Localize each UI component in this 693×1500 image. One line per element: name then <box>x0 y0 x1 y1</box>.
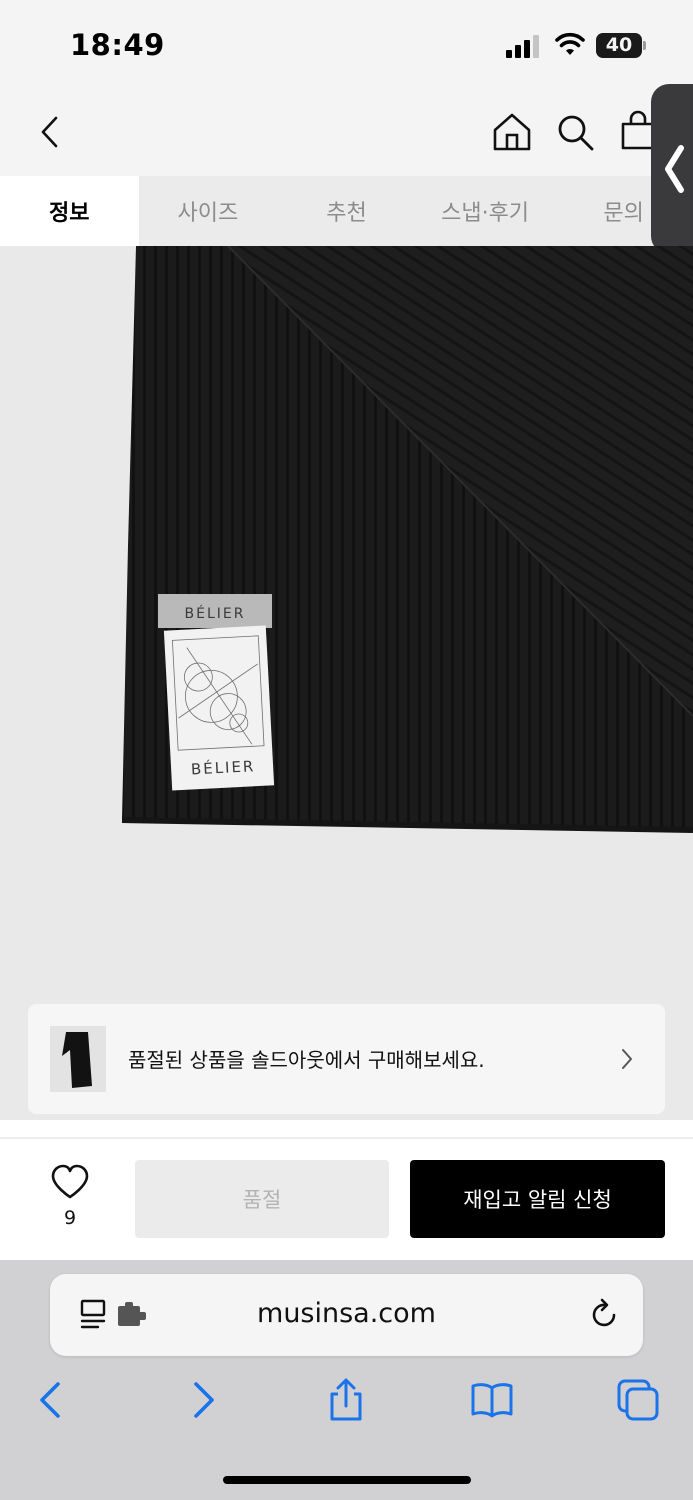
tab-info[interactable]: 정보 <box>0 176 139 246</box>
status-bar: 18:49 40 <box>0 0 693 90</box>
browser-back-icon[interactable] <box>30 1378 74 1422</box>
scarf-photo: BÉLIER BÉLIER <box>121 246 693 833</box>
like-button[interactable]: 9 <box>40 1163 100 1233</box>
tab-recommend[interactable]: 추천 <box>277 176 416 246</box>
svg-text:BÉLIER: BÉLIER <box>190 756 255 778</box>
battery-level: 40 <box>605 34 633 56</box>
soldout-banner-text: 품절된 상품을 솔드아웃에서 구매해보세요. <box>128 1048 485 1072</box>
tabs-icon[interactable] <box>616 1378 660 1422</box>
tab-bar: 정보 사이즈 추천 스냅·후기 문의 <box>0 176 693 246</box>
browser-toolbar: musinsa.com <box>0 1260 693 1500</box>
home-icon[interactable] <box>490 110 534 154</box>
url-text: musinsa.com <box>257 1298 436 1329</box>
home-indicator <box>223 1476 471 1484</box>
product-image: BÉLIER BÉLIER <box>0 246 693 1120</box>
share-icon[interactable] <box>324 1378 368 1422</box>
tab-size[interactable]: 사이즈 <box>139 176 278 246</box>
svg-text:BÉLIER: BÉLIER <box>185 605 246 622</box>
tab-snap-review[interactable]: 스냅·후기 <box>416 176 555 246</box>
back-icon[interactable] <box>32 110 72 154</box>
battery-icon: 40 <box>596 33 646 58</box>
address-bar[interactable]: musinsa.com <box>50 1274 643 1356</box>
search-icon[interactable] <box>553 110 597 154</box>
soldout-banner[interactable]: 품절된 상품을 솔드아웃에서 구매해보세요. <box>28 1004 665 1114</box>
side-panel-handle[interactable] <box>651 84 693 254</box>
heart-icon <box>51 1164 89 1199</box>
soldout-thumbnail <box>50 1026 106 1092</box>
status-time: 18:49 <box>70 28 165 62</box>
nav-header <box>0 90 693 176</box>
wifi-icon <box>555 32 585 55</box>
bookmarks-icon[interactable] <box>470 1378 514 1422</box>
browser-forward-icon[interactable] <box>180 1378 224 1422</box>
signal-icon <box>506 34 542 58</box>
chevron-right-icon <box>622 1049 632 1069</box>
brand-label: BÉLIER BÉLIER <box>158 594 275 791</box>
reload-icon[interactable] <box>590 1298 620 1332</box>
like-count: 9 <box>63 1207 77 1229</box>
restock-alert-button[interactable]: 재입고 알림 신청 <box>410 1160 665 1238</box>
chevron-left-icon <box>665 145 684 193</box>
purchase-bar: 9 품절 재입고 알림 신청 <box>0 1139 693 1260</box>
soldout-button: 품절 <box>135 1160 389 1238</box>
